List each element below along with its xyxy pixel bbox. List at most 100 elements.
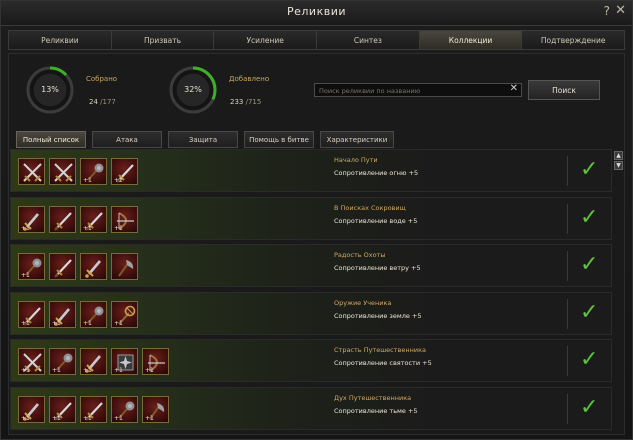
collected-count: 24 /177: [89, 98, 116, 106]
search-button[interactable]: Поиск: [528, 80, 600, 100]
crossed-swords-icon: [54, 163, 73, 182]
relic-slot[interactable]: +1: [80, 395, 107, 423]
relic-slot[interactable]: +1: [142, 395, 169, 423]
filter-button-1[interactable]: Атака: [92, 131, 162, 148]
added-label: Добавлено: [229, 75, 270, 83]
crossed-swords-icon: [23, 163, 42, 182]
collection-row[interactable]: +1 +2 Начало Пути Сопротивление огню +5 ✓: [10, 149, 612, 192]
dagger-icon: [85, 260, 101, 278]
collection-name: Дух Путешественника: [334, 393, 412, 402]
filter-button-2[interactable]: Защита: [168, 131, 238, 148]
completed-check-icon: ✓: [580, 157, 599, 182]
relic-slot[interactable]: [111, 253, 138, 280]
enhance-level: +1: [114, 319, 123, 327]
enhance-level: +1: [145, 367, 154, 374]
scroll-down-button[interactable]: ▼: [614, 161, 623, 170]
enhance-level: +1: [83, 414, 92, 422]
relic-slot[interactable]: +1: [80, 348, 107, 375]
relic-slot[interactable]: +1: [111, 205, 138, 233]
relic-slot[interactable]: +1: [111, 348, 138, 375]
tab-3[interactable]: Синтез: [316, 30, 419, 50]
relic-slot[interactable]: +1: [18, 205, 45, 233]
collected-value: 24: [89, 98, 98, 106]
filter-button-4[interactable]: Характеристики: [320, 131, 394, 148]
collected-percent: 13%: [41, 85, 59, 94]
relic-slot[interactable]: [80, 253, 107, 280]
collected-total: /177: [97, 98, 116, 106]
enhance-level: +1: [21, 319, 30, 327]
collection-items: +1 +1 +1 +1 +1: [18, 395, 169, 423]
relic-slot[interactable]: +1: [18, 253, 45, 280]
search-input[interactable]: [317, 84, 509, 98]
relic-slot[interactable]: +1: [49, 300, 76, 328]
collection-row[interactable]: +1 +1 +1 +1 +1 Страсть Путешественника Сопроти…: [10, 339, 612, 382]
relic-slot[interactable]: +1: [80, 158, 107, 185]
enhance-level: +1: [52, 319, 61, 327]
help-icon[interactable]: ?: [604, 4, 610, 18]
collection-row[interactable]: +1 +1 +1 +1 +1 Дух Путешественника Сопротивлен…: [10, 386, 612, 430]
close-icon[interactable]: ✕: [615, 3, 626, 18]
tab-5[interactable]: Подтверждение: [521, 30, 626, 50]
collection-row[interactable]: +1 Радость Охоты Сопротивление ветру +5 ✓: [10, 244, 612, 287]
row-divider: [567, 393, 568, 424]
collection-row[interactable]: +1 +1 +1 +1 Оружие Ученика Сопротивление земл…: [10, 291, 612, 335]
relic-slot[interactable]: [18, 158, 45, 185]
relic-slot[interactable]: [49, 158, 76, 185]
collection-name: Радость Охоты: [334, 251, 386, 259]
relic-slot[interactable]: +1: [111, 395, 138, 423]
enhance-level: +1: [21, 414, 30, 422]
tab-0[interactable]: Реликвии: [8, 30, 111, 50]
relic-slot[interactable]: +2: [111, 158, 138, 185]
title-bar: Реликвии ? ✕: [1, 1, 632, 26]
relic-slot[interactable]: +1: [18, 348, 45, 375]
row-divider: [567, 203, 568, 234]
collection-items: +1 +1 +1 +1 +1: [18, 348, 169, 375]
axe-icon: [118, 260, 134, 277]
collection-bonus: Сопротивление огню +5: [334, 169, 419, 177]
collection-bonus: Сопротивление святости +5: [334, 359, 432, 367]
enhance-level: +1: [114, 367, 123, 374]
relic-slot[interactable]: +1: [18, 395, 45, 423]
collection-items: +1 +1 +1 +1: [18, 300, 138, 328]
relic-slot[interactable]: +1: [49, 348, 76, 375]
relic-slot[interactable]: [49, 205, 76, 233]
relic-slot[interactable]: +1: [142, 348, 169, 375]
clear-search-icon[interactable]: ✕: [510, 83, 518, 94]
collection-row[interactable]: +1 +1 +1 В Поисках Сокровищ Сопротивление во…: [10, 196, 612, 240]
enhance-level: +1: [21, 367, 30, 374]
scroll-up-button[interactable]: ▲: [614, 151, 623, 160]
relic-slot[interactable]: +1: [18, 300, 45, 328]
tab-1[interactable]: Призвать: [110, 30, 214, 50]
relic-slot[interactable]: +1: [111, 300, 138, 328]
enhance-level: +1: [83, 177, 92, 184]
collection-items: +1: [18, 253, 138, 280]
collection-name: В Поисках Сокровищ: [334, 203, 406, 212]
collection-items: +1 +1 +1: [18, 205, 138, 233]
relic-slot[interactable]: +1: [49, 395, 76, 423]
added-total: /715: [243, 98, 262, 106]
relic-slot[interactable]: [49, 253, 76, 280]
completed-check-icon: ✓: [580, 347, 599, 372]
collection-bonus: Сопротивление ветру +5: [334, 264, 421, 272]
filter-button-0[interactable]: Полный список: [16, 131, 86, 148]
tab-4[interactable]: Коллекции: [418, 30, 522, 50]
filter-button-3[interactable]: Помощь в битве: [244, 131, 314, 148]
enhance-level: +1: [114, 224, 123, 232]
row-divider: [567, 156, 568, 186]
tab-bar: Реликвии Призвать Усиление Синтез Коллекции П…: [8, 30, 626, 50]
row-divider: [567, 298, 568, 329]
collection-name: Начало Пути: [334, 156, 378, 164]
completed-check-icon: ✓: [580, 299, 599, 325]
added-percent: 32%: [184, 85, 202, 94]
enhance-level: +1: [21, 272, 30, 279]
tab-2[interactable]: Усиление: [213, 30, 317, 50]
enhance-level: +2: [114, 177, 123, 184]
enhance-level: +1: [145, 414, 154, 422]
added-value: 233: [230, 98, 244, 106]
relic-slot[interactable]: +1: [80, 205, 107, 233]
relic-slot[interactable]: +1: [80, 300, 107, 328]
collected-gauge: 13%: [25, 65, 75, 115]
collection-items: +1 +2: [18, 158, 138, 185]
collection-bonus: Сопротивление тьме +5: [334, 406, 418, 415]
enhance-level: +1: [83, 224, 92, 232]
